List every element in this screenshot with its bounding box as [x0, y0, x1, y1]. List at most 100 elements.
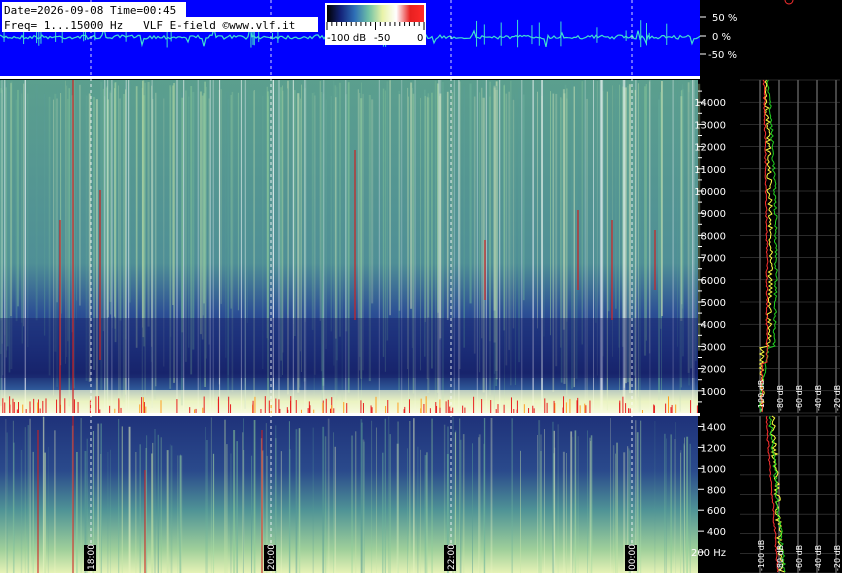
spectrogram-streak: [246, 88, 248, 323]
spectrogram-streak: [80, 418, 82, 573]
spectrogram-streak: [154, 429, 156, 573]
spectrogram-streak: [230, 453, 232, 573]
spectrogram-streak: [562, 451, 565, 573]
spectrogram-streak: [188, 96, 190, 348]
panel-separator: [0, 413, 700, 416]
spectrogram-streak: [462, 434, 465, 573]
spectrogram-streak: [610, 418, 611, 573]
spectrogram-streak: [295, 429, 298, 573]
spectrogram-streak: [410, 82, 413, 309]
spectrogram-streak: [424, 455, 427, 573]
spectrogram-streak: [233, 430, 236, 573]
spectrogram-streak: [142, 80, 143, 328]
spectrogram-streak: [473, 96, 476, 354]
spectrogram-streak: [686, 436, 689, 573]
freq-label: 1200: [701, 443, 726, 454]
spectrogram-streak: [208, 98, 210, 345]
spectrum-db-label: -100 dB: [757, 540, 766, 571]
spectrogram-streak: [243, 418, 244, 573]
spectrogram-streak: [681, 84, 684, 309]
spectrogram-streak: [35, 84, 38, 321]
waveform-scale-ticks: [700, 16, 706, 55]
spectrogram-streak: [351, 435, 353, 573]
spectrogram-streak: [139, 444, 141, 573]
waveform-scale-minus50: -50 %: [708, 50, 737, 61]
spectrogram-streak: [76, 452, 78, 573]
spectrogram-streak: [147, 82, 150, 327]
spectrogram-streak: [389, 434, 391, 573]
spectrogram-streak: [324, 436, 327, 573]
spectrogram-streak: [79, 84, 81, 306]
indicator-circle: [784, 0, 794, 5]
spectrogram-streak: [210, 417, 212, 573]
spectrogram-streak: [54, 93, 57, 352]
spectrogram-streak: [489, 96, 491, 342]
time-label-text: 20:00: [267, 544, 277, 570]
vlf-spectrogram-screen: Date=2026-09-08 Time=00:45 Freq= 1...150…: [0, 0, 842, 573]
spectrogram-streak: [666, 438, 667, 573]
spectrogram-streak: [280, 451, 282, 573]
spectrogram-streak: [157, 434, 159, 573]
spectrogram-streak: [5, 87, 7, 358]
spectrogram-streak: [181, 97, 184, 333]
freq-label: 10000: [694, 187, 726, 198]
time-label: 00:00: [625, 544, 638, 571]
spectrogram-streak: [298, 428, 301, 573]
spectrogram-streak: [538, 420, 541, 573]
spectrogram-streak: [44, 452, 46, 573]
spectrogram-streak: [107, 452, 109, 573]
time-label: 20:00: [264, 544, 277, 571]
spectrogram-streak: [388, 416, 390, 573]
spectrogram-streak: [171, 445, 173, 573]
spectrogram-streak: [220, 89, 222, 304]
spectrogram-streak: [469, 83, 472, 304]
spectrogram-streak: [109, 90, 112, 315]
spectrogram-streak: [21, 87, 23, 344]
spectrogram-streak: [100, 454, 102, 573]
spectrogram-streak: [522, 94, 525, 301]
freq-label: 400: [707, 527, 726, 538]
spectrogram-streak: [670, 434, 672, 573]
spectrogram-streak: [386, 81, 389, 341]
freq-label: 800: [707, 485, 726, 496]
spectrogram-streak: [520, 450, 521, 573]
spectrogram-streak: [508, 91, 510, 350]
spectrogram-streak: [311, 93, 314, 330]
freq-label: 5000: [701, 298, 726, 309]
spectrogram-streak: [205, 86, 207, 359]
freq-label: 3000: [701, 342, 726, 353]
header-date-time: Date=2026-09-08 Time=00:45: [4, 4, 176, 17]
spectrogram-streak: [199, 91, 202, 335]
freq-label: 6000: [701, 276, 726, 287]
spectrogram-streak: [20, 450, 23, 573]
spectrogram-streak: [595, 97, 597, 323]
spectrogram-streak: [574, 430, 577, 573]
spectrogram-streak: [616, 442, 618, 573]
spectrum-db-label: -40 dB: [814, 545, 823, 571]
spectrogram-streak: [413, 418, 415, 573]
spectrogram-streak: [225, 91, 227, 358]
freq-label: 2000: [701, 365, 726, 376]
spectrogram-streak: [160, 437, 162, 573]
freq-label: 9000: [701, 209, 726, 220]
spectrogram-streak: [333, 432, 334, 573]
spectrogram-streak: [32, 451, 34, 573]
spectrogram-streak: [47, 447, 49, 573]
spectrogram-streak: [325, 99, 327, 350]
spectrum-db-label: -80 dB: [776, 545, 785, 571]
spectrogram-streak: [192, 91, 195, 350]
spectrogram-streak: [493, 85, 496, 311]
spectrogram-streak: [570, 431, 573, 573]
spectrogram-streak: [13, 442, 15, 573]
spectrogram-streak: [581, 81, 583, 345]
spectrogram-streak: [294, 90, 296, 336]
spectrogram-streak: [201, 95, 204, 340]
spectrogram-streak: [97, 423, 100, 573]
spectrogram-streak: [363, 441, 365, 573]
spectrogram-streak: [371, 99, 374, 304]
time-label: 22:00: [444, 544, 457, 571]
freq-label: 200 Hz: [691, 548, 726, 559]
freq-label: 4000: [701, 320, 726, 331]
time-label-text: 18:00: [87, 544, 97, 570]
spectrogram-streak: [407, 448, 408, 573]
